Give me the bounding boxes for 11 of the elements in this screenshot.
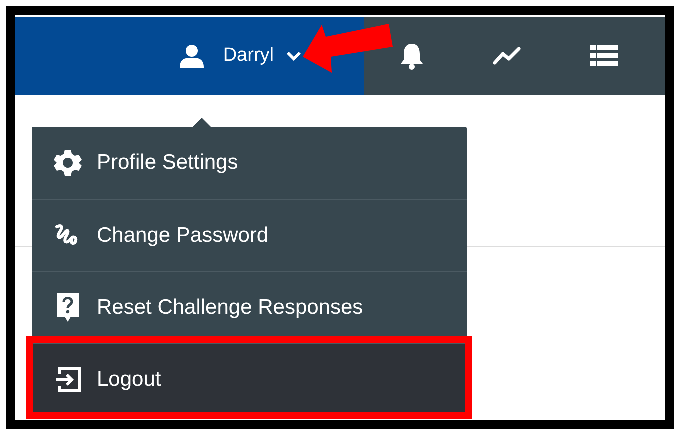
- menu-item[interactable]: Profile Settings: [32, 127, 467, 199]
- menu-item[interactable]: Change Password: [32, 199, 467, 271]
- logout-icon: [53, 366, 83, 392]
- menu-item[interactable]: Logout: [32, 343, 467, 415]
- user-icon[interactable]: [179, 44, 206, 68]
- list-icon[interactable]: [590, 45, 618, 67]
- user-menu-button[interactable]: Darryl: [223, 45, 302, 67]
- gear-icon: [53, 149, 83, 177]
- line-chart-icon[interactable]: [492, 46, 522, 66]
- bell-icon[interactable]: [400, 42, 424, 70]
- chevron-down-icon: [286, 51, 302, 61]
